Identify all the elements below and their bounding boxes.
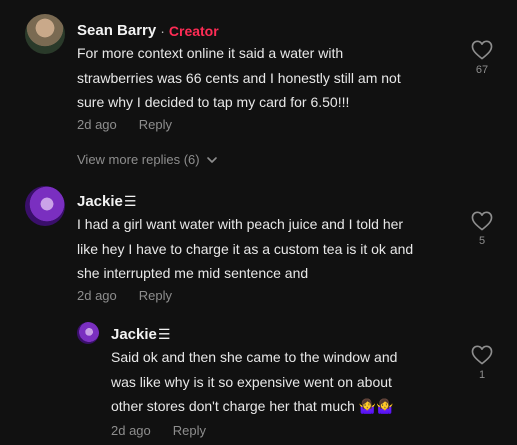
timestamp: 2d ago	[111, 423, 151, 438]
comment-line: I had a girl want water with peach juice…	[77, 216, 404, 232]
like-count: 67	[475, 64, 489, 76]
heart-outline-icon	[471, 211, 493, 231]
comment-line: sure why I decided to tap my card for 6.…	[77, 94, 350, 110]
heart-outline-icon	[471, 345, 493, 365]
author-name[interactable]: Jackie	[77, 193, 123, 210]
comment-line: For more context online it said a water …	[77, 45, 344, 61]
comment-header: Sean Barry · Creator	[77, 22, 219, 39]
comment-line: strawberries was 66 cents and I honestly…	[77, 69, 401, 86]
comment-line: other stores don't charge her that much …	[111, 398, 394, 414]
timestamp: 2d ago	[77, 117, 117, 132]
like-button[interactable]: 1	[467, 345, 497, 381]
comment-line: she interrupted me mid sentence and	[77, 265, 309, 281]
comment-line: was like why is it so expensive went on …	[111, 373, 392, 390]
author-suffix: ☰	[157, 326, 171, 342]
creator-badge: Creator	[168, 22, 219, 39]
author-name[interactable]: Sean Barry	[77, 22, 156, 39]
comment-meta: 2d ago Reply	[77, 288, 172, 303]
view-more-label: View more replies (6)	[77, 152, 200, 167]
avatar[interactable]	[25, 186, 65, 226]
like-count: 1	[478, 369, 486, 381]
comment-text: For more context online it said a water …	[77, 41, 401, 115]
comment-line: Said ok and then she came to the window …	[111, 349, 398, 365]
heart-outline-icon	[471, 40, 493, 60]
comment-line: like hey I have to charge it as a custom…	[77, 240, 414, 257]
reply-button[interactable]: Reply	[173, 423, 206, 438]
avatar[interactable]	[25, 14, 65, 54]
comment-meta: 2d ago Reply	[111, 423, 206, 438]
comment-header: Jackie ☰	[77, 193, 136, 210]
like-button[interactable]: 5	[467, 211, 497, 247]
avatar[interactable]	[77, 322, 99, 344]
comment-text: I had a girl want water with peach juice…	[77, 212, 413, 286]
comment-header: Jackie ☰	[111, 326, 170, 343]
like-button[interactable]: 67	[467, 40, 497, 76]
author-suffix: ☰	[123, 193, 137, 209]
author-name[interactable]: Jackie	[111, 326, 157, 343]
separator-dot: ·	[160, 22, 165, 39]
like-count: 5	[478, 235, 486, 247]
comment-meta: 2d ago Reply	[77, 117, 172, 132]
reply-button[interactable]: Reply	[139, 117, 172, 132]
chevron-down-icon	[206, 156, 217, 163]
view-more-replies[interactable]: View more replies (6)	[77, 152, 218, 167]
comment-text: Said ok and then she came to the window …	[111, 345, 397, 419]
reply-button[interactable]: Reply	[139, 288, 172, 303]
timestamp: 2d ago	[77, 288, 117, 303]
